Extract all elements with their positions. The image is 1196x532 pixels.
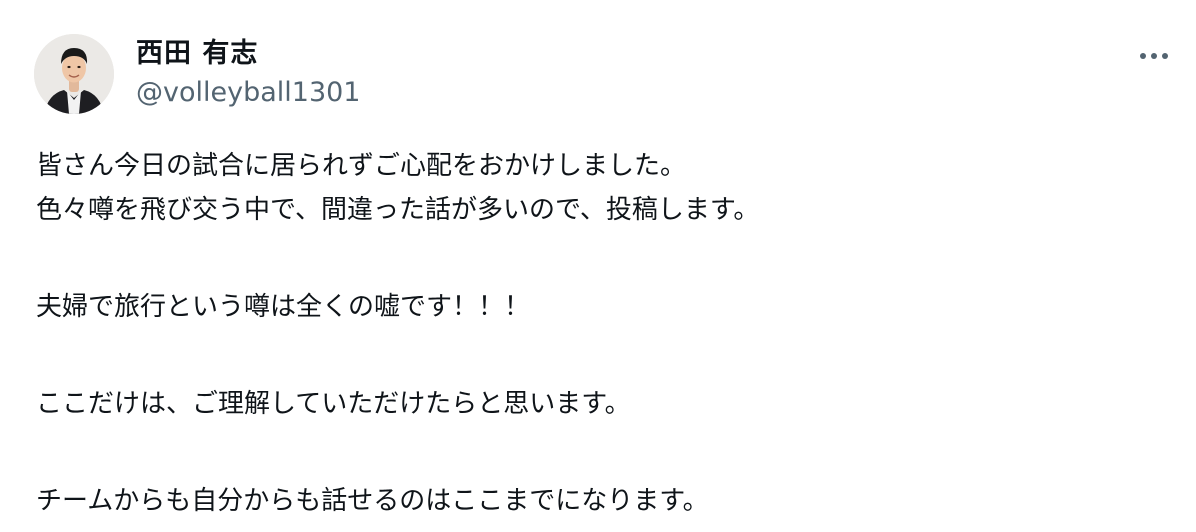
avatar-photo-icon [34, 34, 114, 114]
tweet-text: 皆さん今日の試合に居られずご心配をおかけしました。 色々噂を飛び交う中で、間違っ… [36, 144, 1166, 523]
tweet-text-line: 夫婦で旅行という噂は全くの嘘です！！！ [36, 292, 531, 322]
more-options-button[interactable] [1136, 44, 1172, 68]
author-handle[interactable]: @volleyball1301 [136, 75, 361, 111]
tweet-header: 西田 有志 @volleyball1301 [34, 34, 361, 114]
tweet-text-line: 皆さん今日の試合に居られずご心配をおかけしました。 [36, 151, 687, 181]
tweet-text-line: チームからも自分からも話せるのはここまでになります。 [36, 486, 709, 516]
tweet-text-line: 色々噂を飛び交う中で、間違った話が多いので、投稿します。 [36, 195, 760, 225]
author-info: 西田 有志 @volleyball1301 [136, 34, 361, 114]
ellipsis-icon [1140, 53, 1168, 59]
avatar[interactable] [34, 34, 114, 114]
author-display-name[interactable]: 西田 有志 [136, 37, 361, 71]
tweet-card: 西田 有志 @volleyball1301 皆さん今日の試合に居られずご心配をお… [0, 0, 1196, 532]
tweet-text-line: ここだけは、ご理解していただけたらと思います。 [36, 389, 631, 419]
